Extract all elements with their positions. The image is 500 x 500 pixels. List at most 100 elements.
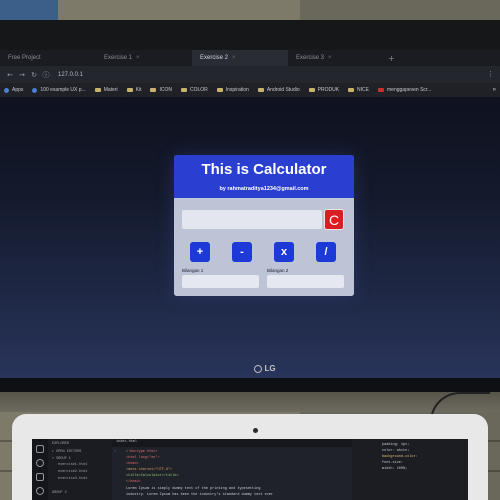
address-bar: ← → ↻ ⓘ 127.0.0.1 ⋮ <box>0 66 500 83</box>
css-line: padding: 1px; <box>382 443 410 447</box>
bookmarks-more[interactable]: » <box>493 87 496 93</box>
bookmark-item[interactable]: PRODUK <box>308 87 340 93</box>
close-icon[interactable]: × <box>136 55 140 61</box>
folder-icon <box>216 88 223 92</box>
menu-icon[interactable]: ⋮ <box>487 70 494 78</box>
apps-icon <box>4 87 9 93</box>
webcam <box>253 428 258 433</box>
bookmark-item[interactable]: NICE <box>348 87 369 93</box>
bilangan1-input[interactable] <box>182 275 259 288</box>
browser-tab-active[interactable]: Exercise 2 × <box>192 50 288 66</box>
back-icon[interactable]: ← <box>4 71 16 79</box>
bookmark-item[interactable]: Materi <box>94 87 118 93</box>
sidebar-item[interactable]: exercise1.html <box>58 463 87 467</box>
editor-tabs: index.html <box>112 439 352 447</box>
laptop-screen: EXPLORER ▸ OPEN EDITORS ▾ GROUP 1 exerci… <box>32 439 468 500</box>
calculator-body: C + - x / Bilangan 1 Bilangan 2 <box>174 198 354 296</box>
calculator-header: This is Calculator by rahmatraditya1234@… <box>174 155 354 198</box>
browser-tab[interactable]: Free Project <box>0 50 96 66</box>
monitor-screen: Free Project Exercise 1 × Exercise 2 × Exe… <box>0 50 500 378</box>
bookmark-label: ICON <box>159 87 172 93</box>
bookmark-label: Apps <box>12 87 24 93</box>
close-icon[interactable]: × <box>328 55 332 61</box>
folder-icon <box>348 88 355 92</box>
bookmark-label: PRODUK <box>317 87 340 93</box>
code-line: industry. Lorem Ipsum has been the indus… <box>126 493 274 497</box>
tab-label: Exercise 2 <box>200 55 229 61</box>
divide-button[interactable]: / <box>316 242 336 262</box>
bookmark-item[interactable]: COLOR <box>180 87 208 93</box>
bookmark-item[interactable]: menggapeven Scr... <box>378 87 431 93</box>
sidebar-item[interactable]: GROUP 2 <box>52 491 67 495</box>
multiply-button[interactable]: x <box>274 242 294 262</box>
folder-icon <box>94 88 101 92</box>
laptop: EXPLORER ▸ OPEN EDITORS ▾ GROUP 1 exerci… <box>12 414 488 500</box>
css-line: color: white; <box>382 449 410 453</box>
add-button[interactable]: + <box>190 242 210 262</box>
line-number: 1 <box>114 450 117 454</box>
bookmark-item[interactable]: Kit <box>126 87 142 93</box>
forward-icon[interactable]: → <box>16 71 28 79</box>
calculator-subtitle: by rahmatraditya1234@gmail.com <box>219 186 309 192</box>
css-editor-pane[interactable]: padding: 1px; color: white; background-c… <box>352 439 468 500</box>
code-line: <!doctype html> <box>126 450 158 454</box>
bookmark-apps[interactable]: Apps <box>4 87 23 93</box>
lg-logo: LG <box>250 364 280 373</box>
globe-icon <box>32 87 38 93</box>
bilangan2-input[interactable] <box>267 275 344 288</box>
bookmark-label: menggapeven Scr... <box>387 87 432 93</box>
folder-icon <box>257 88 264 92</box>
debug-icon[interactable] <box>36 487 44 495</box>
code-line: Lorem Ipsum is simply dummy text of the … <box>126 487 261 491</box>
search-icon[interactable] <box>36 459 44 467</box>
bookmark-item[interactable]: ICON <box>150 87 172 93</box>
close-icon[interactable]: × <box>232 55 236 61</box>
reload-icon[interactable]: ↻ <box>28 71 40 79</box>
code-line: <head> <box>126 462 139 466</box>
wall-poster <box>0 0 58 20</box>
monitor-top-bezel <box>0 20 500 50</box>
bookmark-label: COLOR <box>189 87 208 93</box>
bookmark-label: 100 example UX p... <box>40 87 86 93</box>
browser-tab-bar: Free Project Exercise 1 × Exercise 2 × Exe… <box>0 50 500 66</box>
bookmark-item[interactable]: Android Studio <box>257 87 300 93</box>
input1-label: Bilangan 1 <box>182 268 204 273</box>
code-line: <meta charset="UTF-8"> <box>126 468 173 472</box>
css-line: width: 100%; <box>382 467 408 471</box>
bookmark-item[interactable]: Inspiration <box>216 87 249 93</box>
brand-label: LG <box>264 364 276 373</box>
activity-bar <box>32 439 48 500</box>
red-icon <box>378 88 384 92</box>
folder-icon <box>180 88 187 92</box>
sidebar-item[interactable]: ▸ OPEN EDITORS <box>52 449 81 454</box>
info-icon[interactable]: ⓘ <box>40 70 52 80</box>
result-display <box>182 210 322 229</box>
url-field[interactable]: 127.0.0.1 <box>58 72 83 78</box>
sidebar-item[interactable]: exercise2.html <box>58 470 87 474</box>
sidebar-heading: EXPLORER <box>52 442 69 446</box>
tab-label: Free Project <box>8 55 41 61</box>
desk-surface <box>0 392 500 412</box>
new-tab-icon[interactable]: + <box>388 54 395 63</box>
code-editor[interactable]: index.html 1 <!doctype html> <html lang=… <box>112 439 352 500</box>
clear-button[interactable]: C <box>324 209 344 230</box>
code-line: <html lang="en"> <box>126 456 160 460</box>
editor-tab[interactable]: index.html <box>116 440 137 444</box>
css-line: font-size: <box>382 461 404 465</box>
git-icon[interactable] <box>36 473 44 481</box>
folder-icon <box>126 88 133 92</box>
code-line: <title>Calculator</title> <box>126 474 179 478</box>
browser-tab[interactable]: Exercise 1 × <box>96 50 192 66</box>
sidebar-item[interactable]: ▾ GROUP 1 <box>52 456 71 461</box>
sidebar-item[interactable]: exercise3.html <box>58 477 87 481</box>
tab-label: Exercise 1 <box>104 55 133 61</box>
files-icon[interactable] <box>36 445 44 453</box>
browser-tab[interactable]: Exercise 3 × <box>288 50 384 66</box>
bookmark-label: Kit <box>135 87 142 93</box>
folder-icon <box>308 88 315 92</box>
subtract-button[interactable]: - <box>232 242 252 262</box>
bookmark-item[interactable]: 100 example UX p... <box>32 87 86 93</box>
bookmark-label: Android Studio <box>266 87 300 93</box>
calculator-card: This is Calculator by rahmatraditya1234@… <box>174 155 354 296</box>
bookmark-label: NICE <box>357 87 369 93</box>
